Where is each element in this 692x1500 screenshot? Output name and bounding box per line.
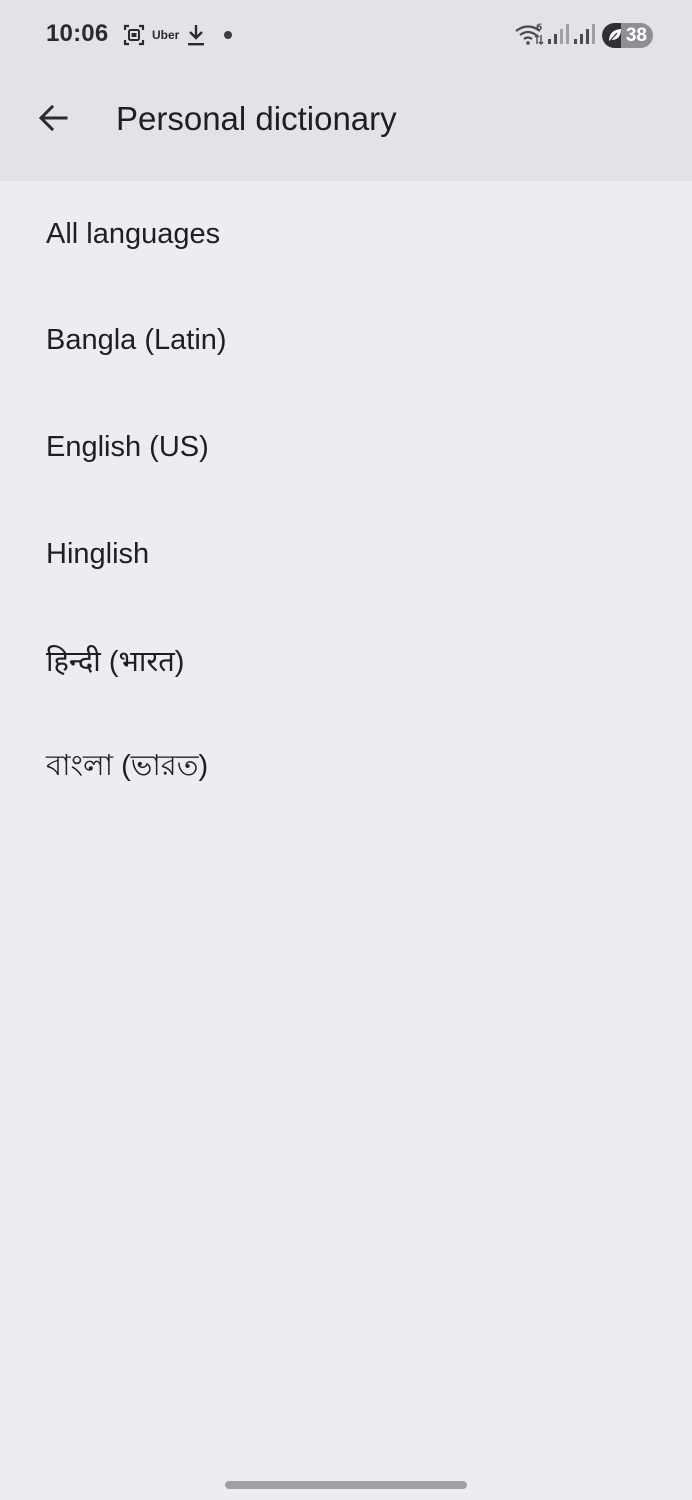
status-time: 10:06 — [46, 20, 109, 47]
language-item-english-us[interactable]: English (US) — [0, 394, 692, 501]
gesture-navigation-handle[interactable] — [225, 1481, 467, 1489]
language-item-hindi-india[interactable]: हिन्दी (भारत) — [0, 607, 692, 714]
notification-dot — [224, 31, 232, 39]
language-label: Hinglish — [46, 537, 150, 570]
download-icon — [186, 22, 206, 48]
battery-indicator: 38 — [602, 23, 653, 48]
wifi-icon: 6 — [514, 22, 544, 48]
language-item-all-languages[interactable]: All languages — [0, 181, 692, 288]
language-item-bangla-india[interactable]: বাংলা (ভারত) — [0, 714, 692, 821]
back-button[interactable] — [22, 86, 86, 150]
language-label: বাংলা (ভারত) — [46, 749, 209, 782]
battery-level: 38 — [625, 25, 647, 46]
app-bar: Personal dictionary — [0, 72, 692, 181]
language-label: All languages — [46, 217, 221, 250]
svg-text:6: 6 — [536, 23, 542, 33]
battery-saver-icon — [607, 27, 623, 48]
language-list: All languages Bangla (Latin) English (US… — [0, 181, 692, 821]
page-title: Personal dictionary — [116, 100, 397, 137]
language-item-bangla-latin[interactable]: Bangla (Latin) — [0, 288, 692, 395]
status-bar: 10:06 Uber 6 38 — [0, 0, 692, 72]
uber-icon: Uber — [152, 28, 180, 42]
language-label: हिन्दी (भारत) — [46, 646, 185, 679]
signal-icon — [547, 22, 569, 46]
arrow-back-icon — [38, 104, 68, 132]
language-label: Bangla (Latin) — [46, 324, 227, 357]
screenshot-icon — [122, 22, 146, 48]
language-label: English (US) — [46, 430, 209, 463]
signal-icon — [573, 22, 595, 46]
language-item-hinglish[interactable]: Hinglish — [0, 501, 692, 608]
